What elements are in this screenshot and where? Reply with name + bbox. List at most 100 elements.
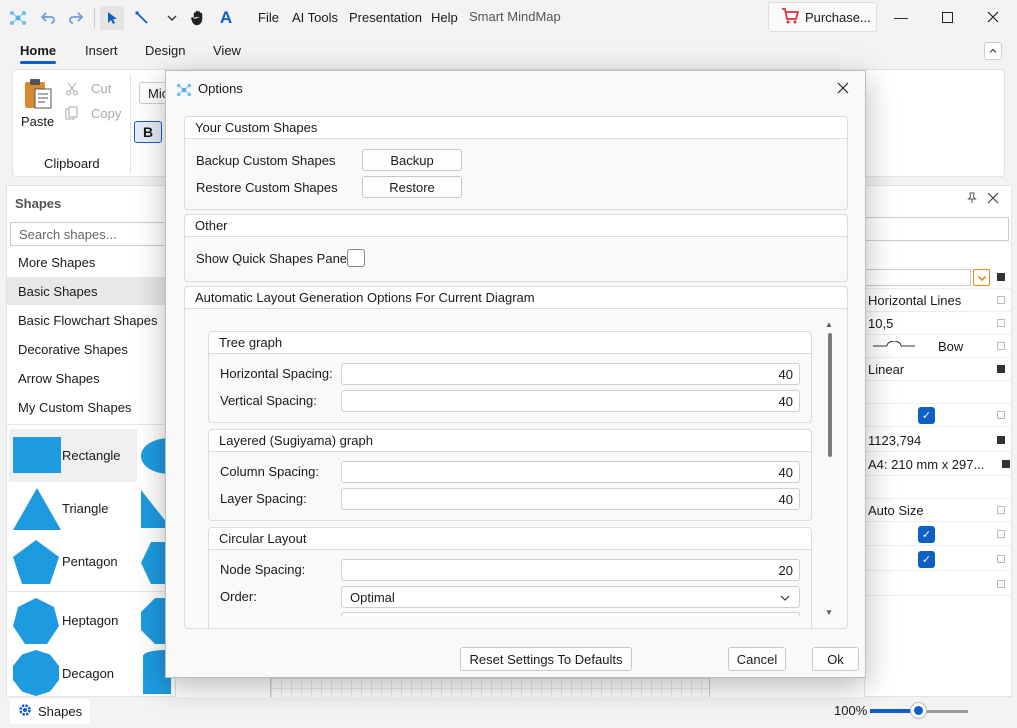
paste-label[interactable]: Paste [21, 114, 54, 129]
shape-tile-heptagon[interactable]: Heptagon [9, 594, 137, 646]
prop-row-checkbox-2[interactable]: ✓ [865, 523, 1013, 546]
horizontal-spacing-label: Horizontal Spacing: [220, 366, 333, 381]
shapes-panel-tab[interactable]: Shapes [10, 699, 91, 724]
shape-category-flowchart[interactable]: Basic Flowchart Shapes [7, 306, 171, 334]
order-value: Optimal [350, 589, 395, 605]
bold-button[interactable]: B [134, 121, 162, 143]
quick-shapes-checkbox[interactable] [347, 249, 365, 267]
pin-icon[interactable] [966, 192, 978, 207]
prop-indicator [997, 342, 1005, 350]
ok-button[interactable]: Ok [812, 647, 859, 671]
vertical-spacing-input[interactable]: 40 [341, 390, 800, 412]
prop-checkbox-2[interactable]: ✓ [918, 526, 935, 543]
menu-ai-tools[interactable]: AI Tools [292, 10, 338, 25]
shape-category-custom[interactable]: My Custom Shapes [7, 393, 171, 421]
column-spacing-input[interactable]: 40 [341, 461, 800, 483]
properties-panel: Horizontal Lines 10,5 Bow Linear ✓ 1123,… [864, 185, 1013, 697]
text-icon[interactable]: A [214, 6, 238, 30]
hand-icon[interactable] [186, 6, 210, 30]
tab-design[interactable]: Design [145, 43, 185, 58]
restore-button[interactable]: Restore [362, 176, 462, 198]
prop-row-dash[interactable]: 10,5 [865, 312, 1013, 335]
horizontal-spacing-input[interactable]: 40 [341, 363, 800, 385]
pointer-icon[interactable] [100, 6, 124, 30]
purchase-button[interactable]: Purchase... [768, 2, 877, 32]
prop-row-size[interactable]: 1123,794 [865, 429, 1013, 452]
tab-home-indicator [20, 61, 56, 64]
shape-tile-decagon[interactable]: Decagon [9, 648, 137, 698]
prop-autosize-value: Auto Size [868, 502, 924, 518]
connector-icon[interactable] [130, 6, 154, 30]
layout-group: Automatic Layout Generation Options For … [184, 286, 848, 629]
undo-icon[interactable] [36, 6, 60, 30]
shape-tile-triangle[interactable]: Triangle [9, 484, 137, 534]
prop-indicator [997, 296, 1005, 304]
scroll-up-icon[interactable]: ▲ [825, 320, 833, 329]
prop-row-gradient[interactable]: Linear [865, 358, 1013, 381]
prop-row-autosize[interactable]: Auto Size [865, 499, 1013, 522]
app-logo-icon [6, 6, 30, 30]
prop-row-last[interactable] [865, 573, 1013, 596]
restore-label: Restore Custom Shapes [196, 180, 338, 195]
reset-defaults-button[interactable]: Reset Settings To Defaults [460, 647, 632, 671]
prop-row-checkbox-1[interactable]: ✓ [865, 404, 1013, 427]
prop-row-style[interactable] [865, 266, 1013, 289]
shape-category-arrow[interactable]: Arrow Shapes [7, 364, 171, 392]
shape-label-pentagon: Pentagon [62, 554, 118, 569]
tree-graph-group: Tree graph Horizontal Spacing: 40 Vertic… [208, 331, 812, 423]
options-dialog: Options Your Custom Shapes Backup Custom… [165, 70, 866, 678]
layer-spacing-input[interactable]: 40 [341, 488, 800, 510]
chevron-down-icon[interactable] [973, 269, 990, 286]
prop-indicator [997, 411, 1005, 419]
shape-category-more[interactable]: More Shapes [7, 248, 171, 276]
shape-category-basic[interactable]: Basic Shapes [7, 277, 171, 305]
tab-insert[interactable]: Insert [85, 43, 118, 58]
node-spacing-input[interactable]: 20 [341, 559, 800, 581]
properties-search-input[interactable] [865, 217, 1009, 241]
prop-checkbox-3[interactable]: ✓ [918, 551, 935, 568]
menu-help[interactable]: Help [431, 10, 458, 25]
maximize-icon[interactable] [924, 4, 970, 30]
close-dialog-icon[interactable] [830, 77, 856, 99]
prop-indicator [997, 580, 1005, 588]
order-select[interactable]: Optimal [341, 586, 800, 608]
tab-home[interactable]: Home [20, 43, 56, 58]
shapes-tab-label: Shapes [38, 704, 83, 719]
prop-row-connector[interactable]: Bow [865, 335, 1013, 358]
redo-icon[interactable] [64, 6, 88, 30]
tab-view[interactable]: View [213, 43, 241, 58]
layout-scrollbar-thumb[interactable] [828, 333, 832, 457]
cancel-button[interactable]: Cancel [728, 647, 786, 671]
prop-row-lines[interactable]: Horizontal Lines [865, 289, 1013, 312]
minimize-icon[interactable]: — [878, 4, 924, 30]
backup-button[interactable]: Backup [362, 149, 462, 171]
prop-row-empty[interactable] [865, 381, 1013, 404]
order-label: Order: [220, 589, 257, 604]
prop-row-empty-2[interactable] [865, 476, 1013, 499]
menu-file[interactable]: File [258, 10, 279, 25]
collapse-ribbon-button[interactable] [984, 42, 1002, 60]
prop-indicator [1002, 460, 1010, 468]
chevron-down-icon [779, 592, 791, 607]
tree-graph-header: Tree graph [209, 332, 811, 354]
menu-presentation[interactable]: Presentation [349, 10, 422, 25]
prop-row-checkbox-3[interactable]: ✓ [865, 548, 1013, 571]
shape-tile-pentagon[interactable]: Pentagon [9, 536, 137, 588]
prop-style-field[interactable] [865, 269, 971, 286]
paste-icon[interactable] [23, 78, 53, 113]
shapes-search-input[interactable]: Search shapes... [10, 222, 180, 246]
chevron-down-icon[interactable] [160, 6, 184, 30]
prop-indicator [997, 436, 1005, 444]
close-panel-icon[interactable] [987, 192, 999, 207]
scroll-down-icon[interactable]: ▼ [825, 608, 833, 617]
shape-label-decagon: Decagon [62, 666, 115, 681]
shape-category-decorative[interactable]: Decorative Shapes [7, 335, 171, 363]
shape-label-rectangle: Rectangle [62, 448, 121, 463]
prop-checkbox-1[interactable]: ✓ [918, 407, 935, 424]
prop-indicator [997, 555, 1005, 563]
zoom-slider-thumb[interactable] [911, 703, 926, 718]
close-window-icon[interactable] [970, 4, 1016, 30]
copy-icon [65, 106, 79, 123]
shape-tile-rectangle[interactable]: Rectangle [9, 429, 137, 482]
prop-row-paper[interactable]: A4: 210 mm x 297... [865, 453, 1013, 476]
